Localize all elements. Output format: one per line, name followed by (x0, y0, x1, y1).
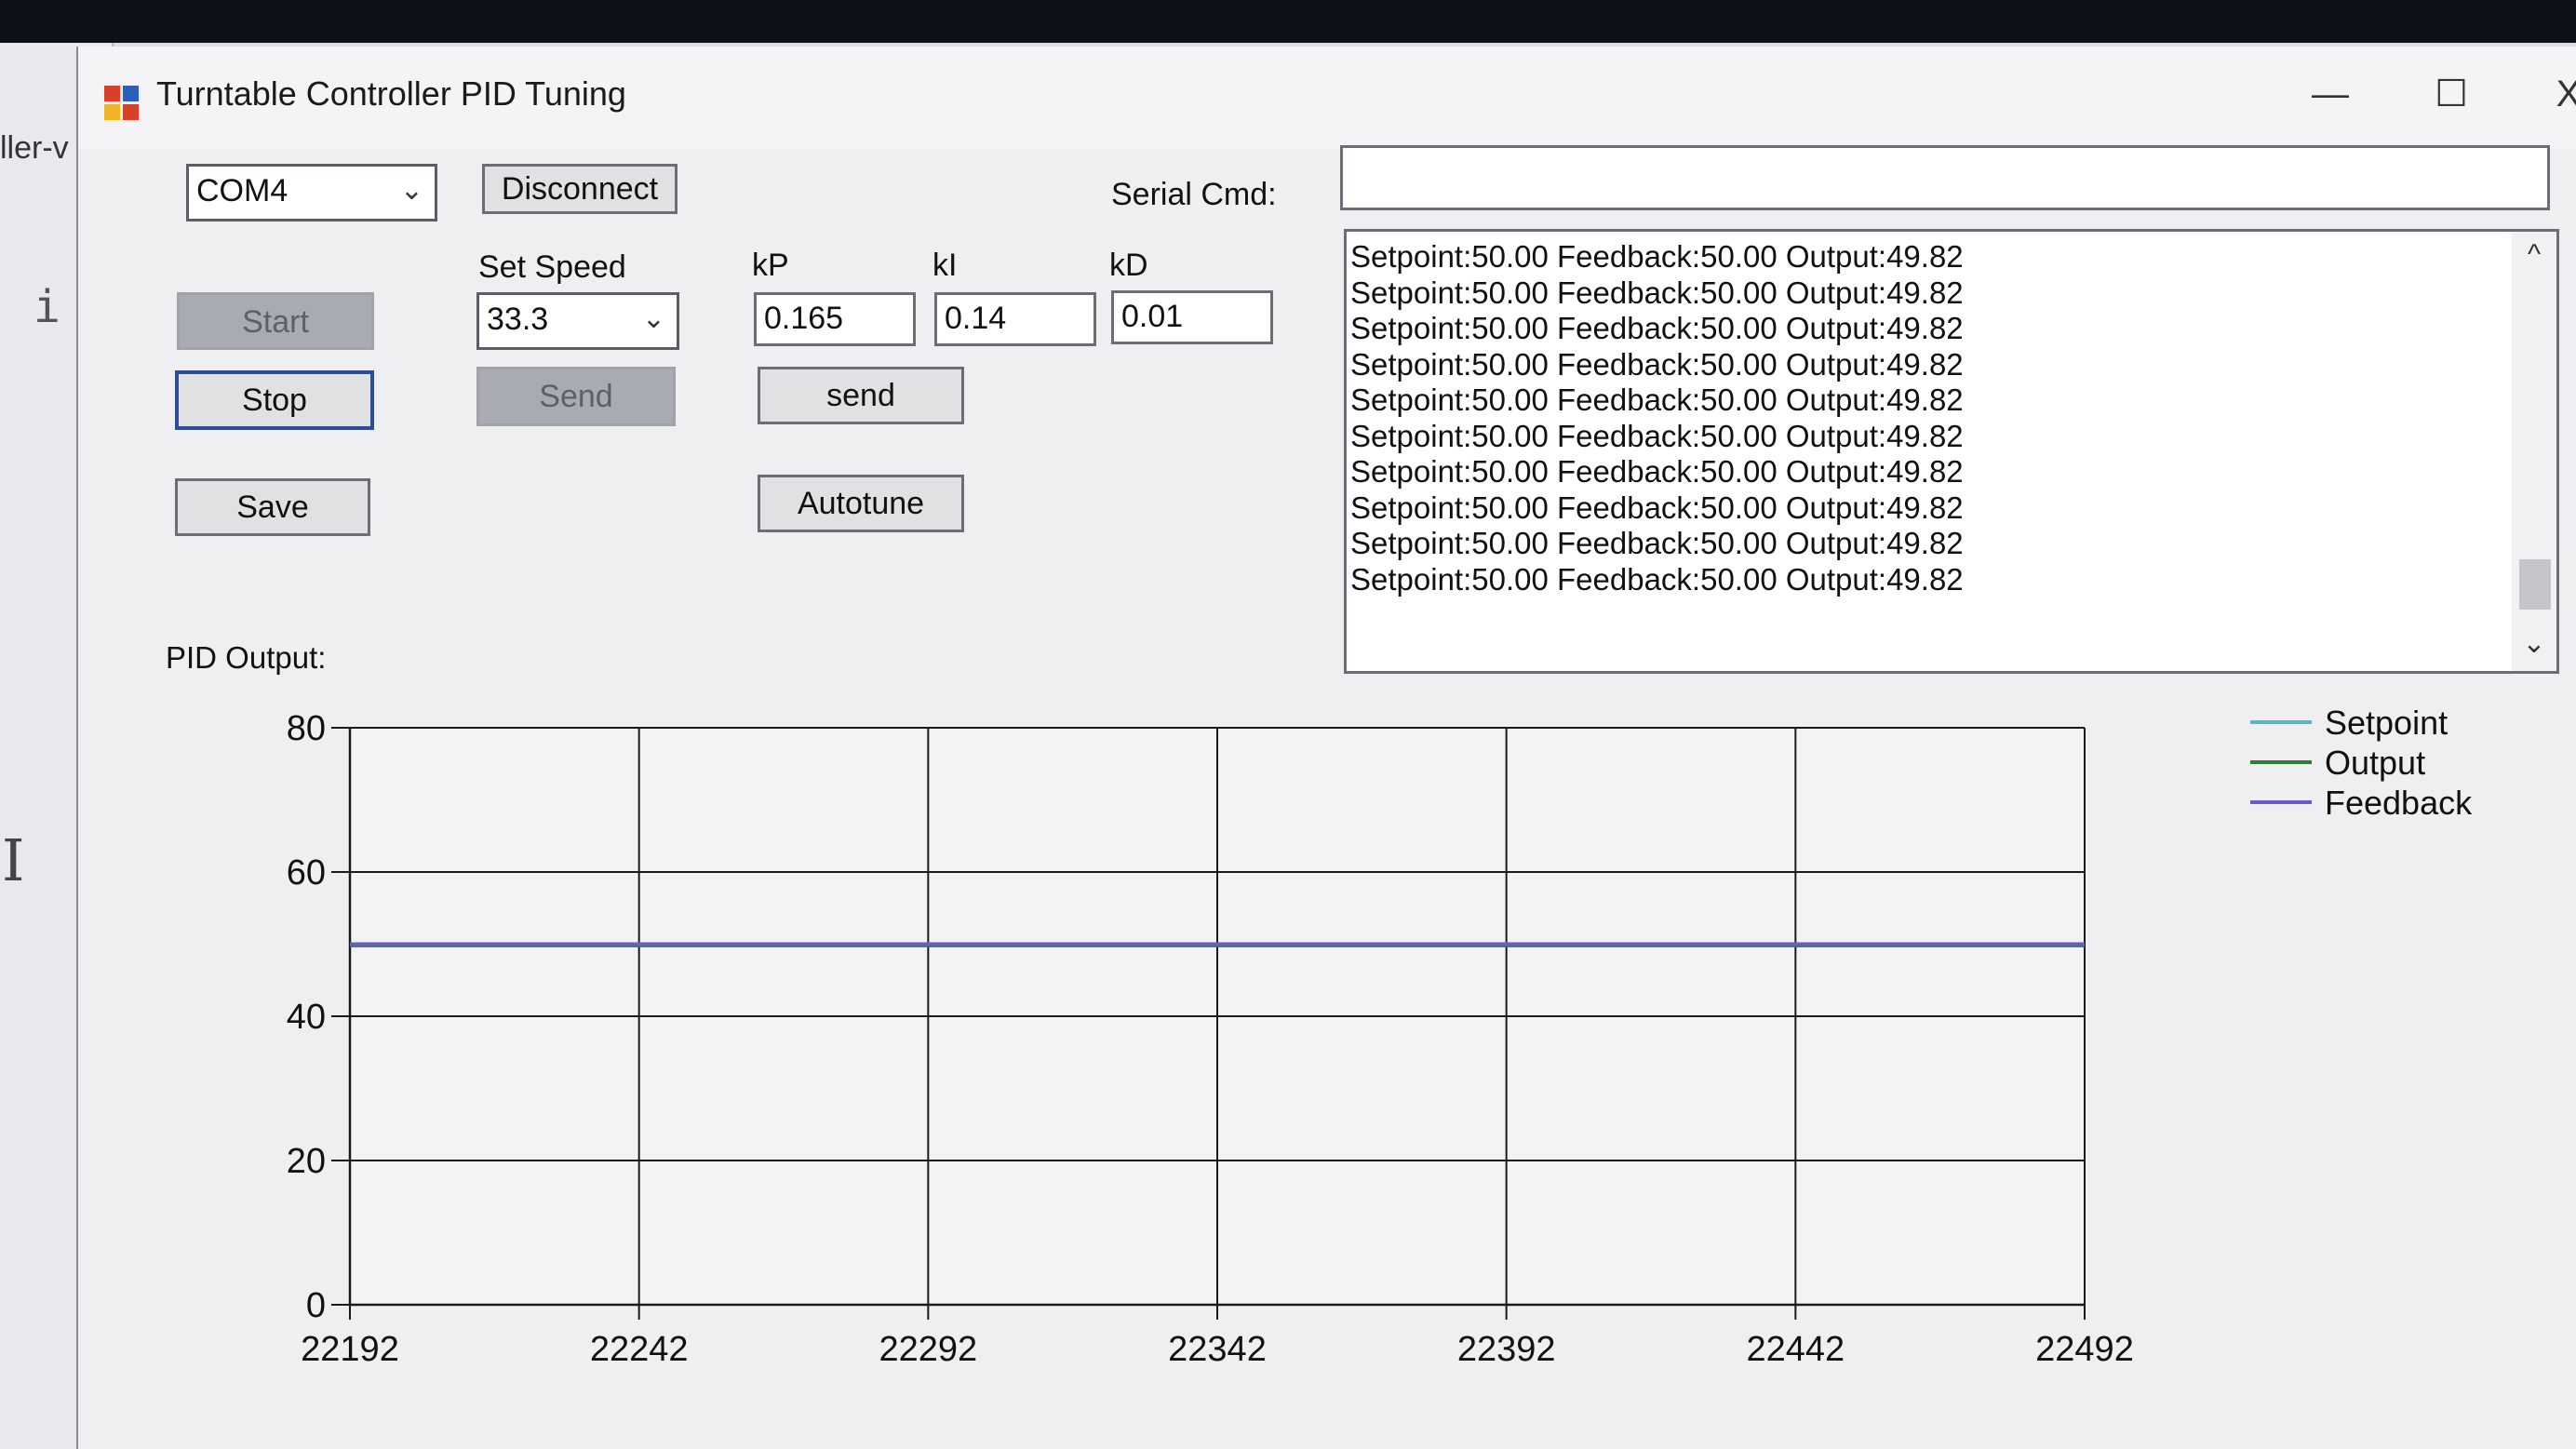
x-tick-label: 22192 (301, 1330, 399, 1369)
y-tick-label: 80 (287, 709, 326, 748)
legend-label-feedback: Feedback (2325, 784, 2473, 822)
x-tick-label: 22442 (1746, 1330, 1845, 1369)
x-tick-label: 22392 (1457, 1330, 1556, 1369)
legend-label-output: Output (2325, 744, 2425, 782)
y-tick-label: 0 (306, 1286, 326, 1325)
pid-output-chart: 0 20 40 60 80 22192 22242 22292 22342 22392 22442 2… (287, 704, 2473, 1369)
x-tick-label: 22492 (2035, 1330, 2134, 1369)
y-tick-label: 20 (287, 1142, 326, 1181)
x-tick-label: 22292 (879, 1330, 977, 1369)
x-tick-label: 22242 (590, 1330, 689, 1369)
y-tick-label: 40 (287, 998, 326, 1037)
legend-label-setpoint: Setpoint (2325, 704, 2448, 742)
y-tick-label: 60 (287, 853, 326, 892)
x-tick-label: 22342 (1168, 1330, 1267, 1369)
